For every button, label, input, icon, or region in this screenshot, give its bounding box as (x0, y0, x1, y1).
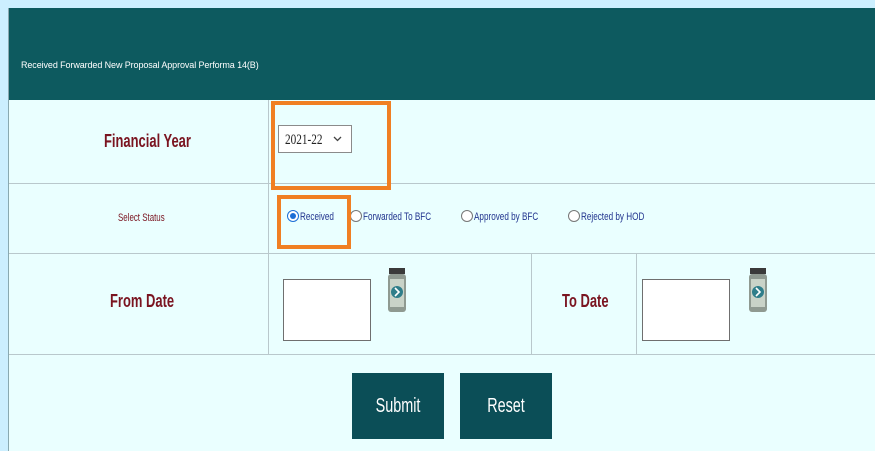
from-date-input[interactable] (283, 279, 371, 341)
financial-year-label: Financial Year (104, 131, 191, 151)
highlight-box-received (277, 195, 351, 249)
radio-button[interactable] (461, 210, 473, 222)
radio-button[interactable] (568, 210, 580, 222)
column-divider (531, 253, 532, 354)
radio-label: Rejected by HOD (581, 211, 645, 223)
select-status-label: Select Status (118, 212, 165, 224)
reset-button[interactable]: Reset (460, 373, 552, 439)
highlight-box-financial-year (271, 101, 391, 190)
to-date-label: To Date (562, 291, 609, 311)
row-divider (9, 253, 875, 254)
from-date-label: From Date (110, 291, 175, 311)
form-header: Received Forwarded New Proposal Approval… (9, 8, 875, 100)
form-title: Received Forwarded New Proposal Approval… (21, 60, 259, 70)
row-divider (9, 183, 875, 184)
radio-button[interactable] (350, 210, 362, 222)
calendar-icon[interactable] (387, 268, 407, 314)
column-divider (636, 253, 637, 354)
calendar-icon[interactable] (748, 268, 768, 314)
radio-label: Approved by BFC (474, 211, 539, 223)
to-date-input[interactable] (642, 279, 730, 341)
reset-button-label: Reset (487, 394, 525, 417)
submit-button-label: Submit (375, 394, 421, 417)
submit-button[interactable]: Submit (352, 373, 444, 439)
radio-label: Forwarded To BFC (363, 211, 432, 223)
row-divider (9, 354, 875, 355)
page-frame: Received Forwarded New Proposal Approval… (0, 0, 875, 451)
column-divider (268, 100, 269, 354)
